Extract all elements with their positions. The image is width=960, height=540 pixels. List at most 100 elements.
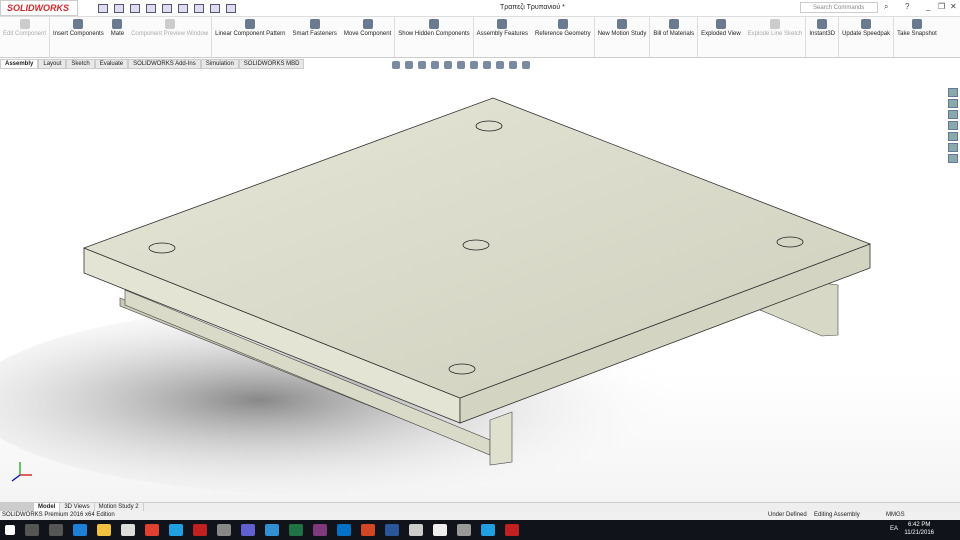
excel-icon[interactable]: [289, 524, 303, 536]
search-icon[interactable]: ⌕: [884, 2, 888, 12]
ribbon-label: Bill of Materials: [653, 31, 695, 37]
file-explorer-icon[interactable]: [97, 524, 111, 536]
solidworks-logo[interactable]: SOLIDWORKS: [0, 0, 78, 16]
rebuild-icon[interactable]: [194, 3, 204, 13]
file-explorer-icon[interactable]: [948, 121, 958, 130]
tab-3d-views[interactable]: 3D Views: [60, 503, 95, 511]
ribbon-label: Linear Component Pattern: [215, 31, 286, 37]
section-view-icon[interactable]: [431, 61, 439, 69]
ribbon-button-move-component[interactable]: Move Component: [341, 17, 396, 57]
ribbon-label: Show Hidden Components: [398, 31, 470, 37]
dynamic-annotation-icon[interactable]: [444, 61, 452, 69]
start-icon[interactable]: [5, 525, 15, 535]
app-icon[interactable]: [241, 524, 255, 536]
outlook-icon[interactable]: [337, 524, 351, 536]
chrome-icon[interactable]: [145, 524, 159, 536]
ribbon-button-exploded-view[interactable]: Exploded View: [698, 17, 745, 57]
task-view-icon[interactable]: [49, 524, 63, 536]
ribbon-button-reference-geometry[interactable]: Reference Geometry: [532, 17, 595, 57]
app-icon[interactable]: [169, 524, 183, 536]
view-orientation-icon[interactable]: [457, 61, 465, 69]
view-settings-icon[interactable]: [522, 61, 530, 69]
search-icon[interactable]: [25, 524, 39, 536]
powerpoint-icon[interactable]: [361, 524, 375, 536]
select-icon[interactable]: [178, 3, 188, 13]
appearances-icon[interactable]: [948, 132, 958, 141]
take-snapshot-icon: [911, 19, 922, 29]
previous-view-icon[interactable]: [418, 61, 426, 69]
onenote-icon[interactable]: [313, 524, 327, 536]
tab-solidworks-mbd[interactable]: SOLIDWORKS MBD: [238, 59, 305, 69]
search-commands-input[interactable]: Search Commands: [800, 2, 878, 13]
display-style-icon[interactable]: [470, 61, 478, 69]
store-icon[interactable]: [121, 524, 135, 536]
ribbon-button-linear-component-pattern[interactable]: Linear Component Pattern: [212, 17, 289, 57]
tab-layout[interactable]: Layout: [38, 59, 67, 69]
restore-icon[interactable]: ❐: [938, 2, 945, 11]
tab-scroll-arrows[interactable]: [0, 503, 34, 511]
minimize-icon[interactable]: _: [926, 2, 930, 11]
solidworks-app-icon[interactable]: [193, 524, 207, 536]
ribbon-button-smart-fasteners[interactable]: Smart Fasteners: [290, 17, 341, 57]
calculator-icon[interactable]: [433, 524, 447, 536]
ribbon-button-insert-components[interactable]: Insert Components: [50, 17, 108, 57]
ribbon-button-update-speedpak[interactable]: Update Speedpak: [839, 17, 895, 57]
undo-icon[interactable]: [162, 3, 172, 13]
app-icon[interactable]: [409, 524, 423, 536]
file-properties-icon[interactable]: [210, 3, 220, 13]
heads-up-view-toolbar: [392, 61, 530, 69]
edit-component-icon: [19, 19, 30, 29]
ribbon-button-instant3d[interactable]: Instant3D: [806, 17, 840, 57]
help-icon[interactable]: ?: [905, 2, 909, 11]
home-icon[interactable]: [948, 88, 958, 97]
ribbon-button-assembly-features[interactable]: Assembly Features: [474, 17, 532, 57]
ribbon-button-explode-line-sketch[interactable]: Explode Line Sketch: [745, 17, 807, 57]
ribbon-button-bill-of-materials[interactable]: Bill of Materials: [650, 17, 699, 57]
ribbon-button-edit-component[interactable]: Edit Component: [0, 17, 51, 57]
open-icon[interactable]: [114, 3, 124, 13]
forum-icon[interactable]: [948, 154, 958, 163]
graphics-area[interactable]: [0, 70, 960, 502]
word-icon[interactable]: [385, 524, 399, 536]
tab-model[interactable]: Model: [34, 503, 61, 511]
command-tabs: Assembly Layout Sketch Evaluate SOLIDWORKS A…: [0, 59, 305, 69]
edge-icon[interactable]: [73, 524, 87, 536]
ribbon-button-component-preview-window[interactable]: Component Preview Window: [128, 17, 213, 57]
app-icon[interactable]: [457, 524, 471, 536]
skype-icon[interactable]: [481, 524, 495, 536]
ribbon-button-show-hidden-components[interactable]: Show Hidden Components: [395, 17, 474, 57]
title-bar: SOLIDWORKS Τραπεζι Τρυπανιού * Search Co…: [0, 0, 960, 16]
apply-scene-icon[interactable]: [509, 61, 517, 69]
close-icon[interactable]: ✕: [950, 2, 957, 11]
print-icon[interactable]: [146, 3, 156, 13]
custom-properties-icon[interactable]: [948, 143, 958, 152]
zoom-to-fit-icon[interactable]: [392, 61, 400, 69]
assembly-model[interactable]: [0, 70, 960, 502]
tab-simulation[interactable]: Simulation: [200, 59, 239, 69]
unit-system[interactable]: MMGS: [886, 511, 905, 520]
command-manager: Edit Component Insert Components Mate Compo…: [0, 16, 960, 58]
ribbon-label: Component Preview Window: [131, 31, 209, 37]
hide-show-icon[interactable]: [483, 61, 491, 69]
zoom-area-icon[interactable]: [405, 61, 413, 69]
app-icon[interactable]: [265, 524, 279, 536]
tab-evaluate[interactable]: Evaluate: [94, 59, 129, 69]
ribbon-button-mate[interactable]: Mate: [108, 17, 128, 57]
input-language[interactable]: EA: [890, 526, 898, 532]
design-library-icon[interactable]: [948, 110, 958, 119]
solidworks-active-icon[interactable]: [505, 524, 519, 536]
options-gear-icon[interactable]: [226, 3, 236, 13]
ribbon-button-new-motion-study[interactable]: New Motion Study: [595, 17, 651, 57]
tab-assembly[interactable]: Assembly: [0, 59, 39, 69]
ribbon-button-take-snapshot[interactable]: Take Snapshot: [894, 17, 941, 57]
tab-sketch[interactable]: Sketch: [66, 59, 95, 69]
ribbon-label: Assembly Features: [476, 31, 528, 37]
edit-appearance-icon[interactable]: [496, 61, 504, 69]
save-icon[interactable]: [130, 3, 140, 13]
new-icon[interactable]: [98, 3, 108, 13]
tab-solidworks-add-ins[interactable]: SOLIDWORKS Add-Ins: [128, 59, 201, 69]
resources-icon[interactable]: [948, 99, 958, 108]
app-icon[interactable]: [217, 524, 231, 536]
tab-motion-study[interactable]: Motion Study 2: [95, 503, 144, 511]
clock[interactable]: 6:42 PM 11/21/2016: [904, 521, 934, 537]
